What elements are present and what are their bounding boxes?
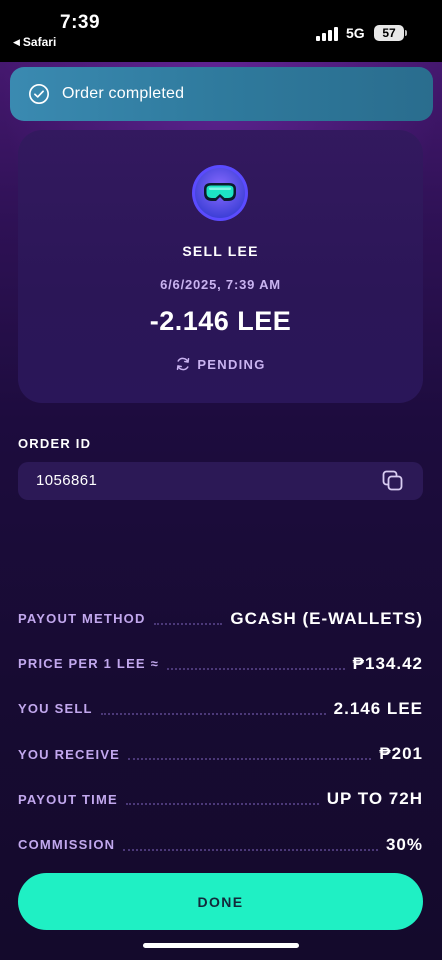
- dotted-leader: [153, 622, 223, 625]
- battery-tip: [405, 30, 407, 36]
- detail-row-price-per-lee: PRICE PER 1 LEE ≈ ₱134.42: [18, 641, 423, 686]
- detail-row-you-receive: YOU RECEIVE ₱201: [18, 732, 423, 777]
- order-details-list: PAYOUT METHOD GCASH (E-WALLETS) PRICE PE…: [18, 596, 423, 867]
- app-screen: Order completed SELL LEE 6/6/2025, 7:39 …: [0, 62, 442, 960]
- detail-row-you-sell: YOU SELL 2.146 LEE: [18, 686, 423, 731]
- detail-value: GCASH (E-WALLETS): [230, 608, 423, 628]
- order-type-title: SELL LEE: [182, 243, 259, 259]
- order-id-label: ORDER ID: [18, 436, 92, 451]
- battery-icon: 57: [374, 25, 404, 41]
- dotted-leader: [128, 758, 372, 761]
- order-id-field: 1056861: [18, 462, 423, 500]
- order-id-value: 1056861: [36, 472, 98, 489]
- lee-coin-icon: [192, 165, 248, 221]
- detail-row-payout-time: PAYOUT TIME UP TO 72H: [18, 777, 423, 822]
- detail-value: ₱134.42: [352, 653, 423, 673]
- status-bar: 7:39 ◀ Safari 5G 57: [0, 0, 442, 62]
- detail-label: PAYOUT TIME: [18, 791, 118, 807]
- check-circle-icon: [29, 84, 49, 104]
- detail-label: COMMISSION: [18, 837, 116, 853]
- home-indicator[interactable]: [143, 943, 299, 948]
- status-label: PENDING: [197, 356, 266, 372]
- dotted-leader: [123, 848, 378, 851]
- detail-value: ₱201: [379, 744, 423, 764]
- detail-row-payout-method: PAYOUT METHOD GCASH (E-WALLETS): [18, 596, 423, 641]
- dotted-leader: [100, 712, 326, 715]
- detail-label: YOU RECEIVE: [18, 746, 121, 762]
- detail-value: 30%: [385, 834, 423, 854]
- detail-value: UP TO 72H: [326, 789, 423, 809]
- order-summary-card: SELL LEE 6/6/2025, 7:39 AM -2.146 LEE PE…: [18, 130, 423, 403]
- back-app-label: Safari: [22, 35, 57, 49]
- done-button[interactable]: DONE: [18, 873, 423, 930]
- order-amount: -2.146 LEE: [149, 306, 292, 336]
- status-time: 7:39: [60, 12, 101, 33]
- dotted-leader: [125, 803, 319, 806]
- dotted-leader: [166, 667, 345, 670]
- detail-row-commission: COMMISSION 30%: [18, 822, 423, 867]
- refresh-icon: [177, 357, 190, 371]
- detail-label: PRICE PER 1 LEE ≈: [18, 656, 159, 672]
- order-status: PENDING: [18, 356, 423, 372]
- done-button-label: DONE: [197, 893, 244, 910]
- back-to-safari-link[interactable]: ◀ Safari: [13, 35, 56, 49]
- toast-message: Order completed: [62, 85, 185, 102]
- cellular-signal-icon: [316, 27, 338, 41]
- order-completed-toast[interactable]: Order completed: [10, 67, 433, 121]
- back-triangle-icon: ◀: [13, 36, 20, 47]
- detail-value: 2.146 LEE: [333, 698, 423, 718]
- network-type: 5G: [346, 25, 365, 41]
- detail-label: YOU SELL: [18, 701, 93, 717]
- copy-icon[interactable]: [381, 470, 405, 492]
- order-date: 6/6/2025, 7:39 AM: [160, 277, 281, 292]
- detail-label: PAYOUT METHOD: [18, 611, 146, 627]
